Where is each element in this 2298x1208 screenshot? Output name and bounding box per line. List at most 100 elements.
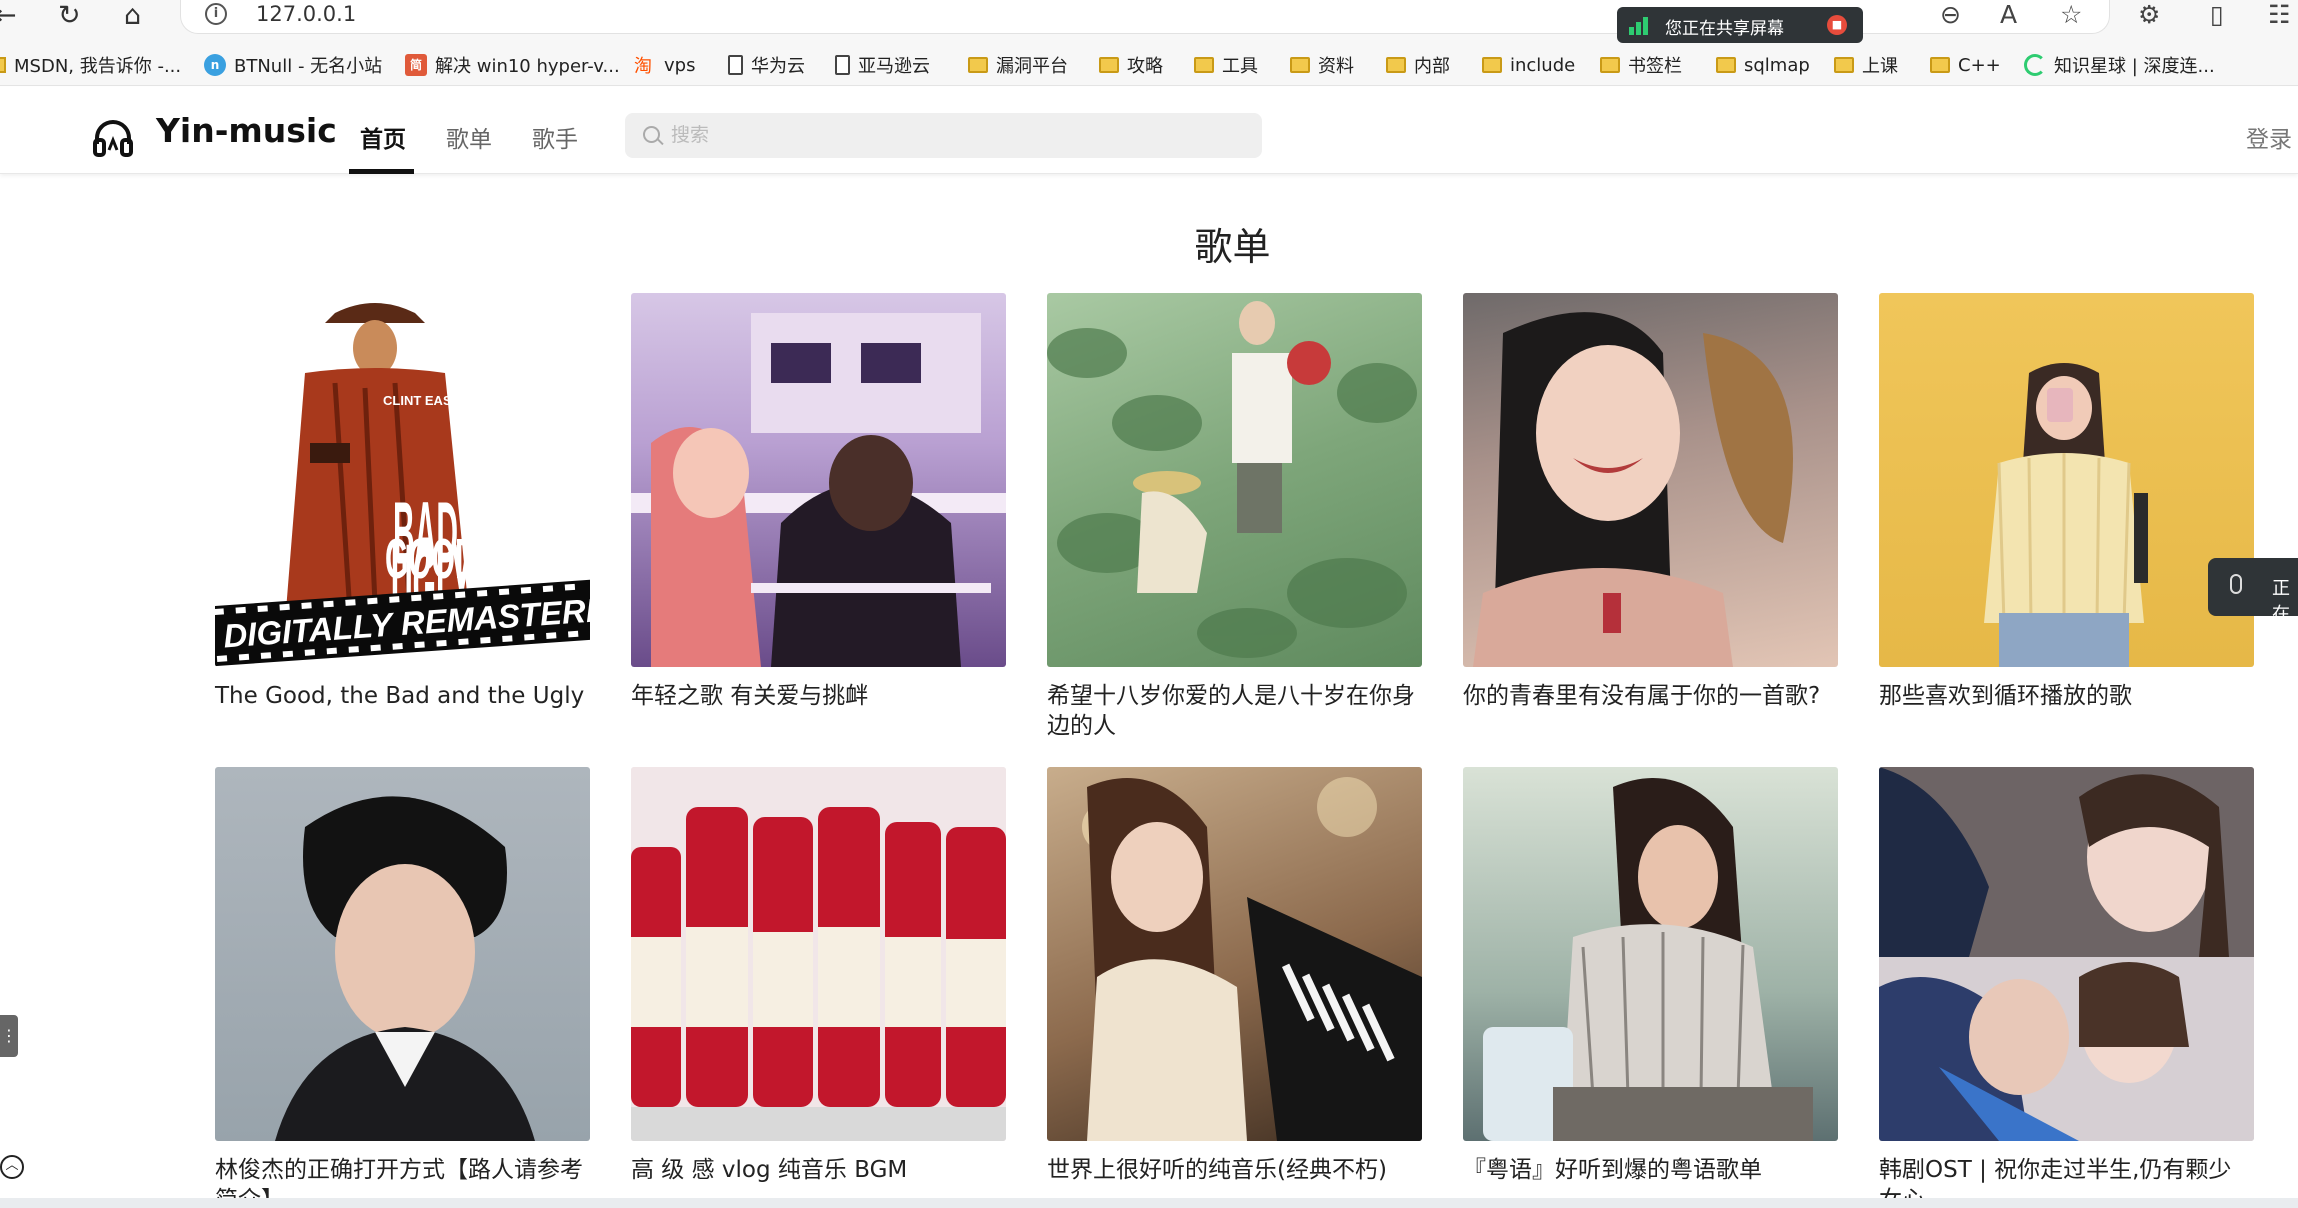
- playlist-card[interactable]: 世界上很好听的纯音乐(经典不朽): [1047, 767, 1422, 1185]
- playlist-title[interactable]: 希望十八岁你爱的人是八十岁在你身边的人: [1047, 681, 1422, 741]
- bookmark-huaweiyun[interactable]: 华为云: [728, 52, 805, 78]
- bookmark-btnull[interactable]: n BTNull - 无名小站: [204, 52, 382, 78]
- playlist-title[interactable]: 高 级 感 vlog 纯音乐 BGM: [631, 1155, 1006, 1185]
- folder-icon: [1930, 57, 1950, 73]
- playlist-cover[interactable]: [1879, 767, 2254, 1141]
- url-text[interactable]: 127.0.0.1: [256, 2, 356, 26]
- playlist-cover[interactable]: [1463, 767, 1838, 1141]
- search-input[interactable]: [671, 121, 1231, 149]
- playlist-cover[interactable]: [631, 293, 1006, 667]
- playlist-card[interactable]: 韩剧OST | 祝你走过半生,仍有颗少女心: [1879, 767, 2254, 1208]
- playlist-card[interactable]: 年轻之歌 有关爱与挑衅: [631, 293, 1006, 711]
- login-link[interactable]: 登录: [2246, 120, 2292, 154]
- signal-bars-icon: [1629, 17, 1651, 35]
- side-drawer-handle[interactable]: ⋮: [0, 1015, 18, 1057]
- cover-art-kdrama-collage: [1879, 767, 2254, 1141]
- back-arrow-icon[interactable]: ←: [0, 2, 17, 30]
- folder-icon: [1600, 57, 1620, 73]
- bookmark-label: vps: [664, 54, 696, 76]
- page-icon: [835, 55, 850, 75]
- bookmark-folder-tools[interactable]: 工具: [1194, 52, 1258, 78]
- stop-sharing-icon[interactable]: ■: [1827, 15, 1847, 35]
- extensions-icon[interactable]: ⚙: [2138, 0, 2160, 30]
- playlist-cover[interactable]: [1463, 293, 1838, 667]
- cover-credit-text: CLINT EASTWOOD: [383, 393, 501, 408]
- bookmark-folder-bookmarks[interactable]: 书签栏: [1600, 52, 1682, 78]
- nav-singers[interactable]: 歌手: [532, 120, 578, 154]
- bookmark-label: 攻略: [1127, 56, 1163, 77]
- playlist-cover[interactable]: [1879, 293, 2254, 667]
- headphones-logo-icon[interactable]: [92, 116, 134, 158]
- playlist-card[interactable]: 那些喜欢到循环播放的歌: [1879, 293, 2254, 711]
- bookmark-msdn[interactable]: MSDN, 我告诉你 -...: [0, 52, 181, 78]
- home-icon[interactable]: ⌂: [124, 2, 141, 30]
- folder-icon: [1482, 57, 1502, 73]
- playlist-card[interactable]: CLINT EASTWOOD GOOD BAD UGLY DIGITALLY R…: [215, 293, 590, 711]
- playlist-card[interactable]: 希望十八岁你爱的人是八十岁在你身边的人: [1047, 293, 1422, 741]
- nav-home[interactable]: 首页: [360, 120, 406, 154]
- voice-indicator[interactable]: 正在: [2208, 558, 2298, 625]
- playlist-cover[interactable]: [1047, 293, 1422, 667]
- cover-art-comic: [631, 313, 1006, 667]
- split-screen-icon[interactable]: ▯: [2210, 0, 2224, 30]
- playlist-card[interactable]: 你的青春里有没有属于你的一首歌?: [1463, 293, 1838, 711]
- bookmark-folder-vuln[interactable]: 漏洞平台: [968, 52, 1068, 78]
- bookmark-folder-materials[interactable]: 资料: [1290, 52, 1354, 78]
- playlist-title[interactable]: The Good, the Bad and the Ugly: [215, 681, 590, 711]
- search-box[interactable]: [625, 113, 1262, 158]
- search-icon: [643, 126, 660, 143]
- bookmark-amazon-cloud[interactable]: 亚马逊云: [835, 52, 930, 78]
- bookmark-folder-cpp[interactable]: C++: [1930, 52, 2001, 78]
- playlist-card[interactable]: 林俊杰的正确打开方式【路人请参考简介】: [215, 767, 590, 1208]
- folder-icon: [1099, 57, 1119, 73]
- horizontal-scrollbar[interactable]: [0, 1198, 2298, 1208]
- bookmark-zsxq[interactable]: 知识星球 | 深度连...: [2024, 52, 2215, 78]
- section-title: 歌单: [1194, 225, 1271, 269]
- bookmark-label: MSDN, 我告诉你 -...: [14, 56, 182, 77]
- bookmark-label: 解决 win10 hyper-v...: [435, 56, 620, 77]
- playlist-title[interactable]: 世界上很好听的纯音乐(经典不朽): [1047, 1155, 1422, 1185]
- site-logo-text[interactable]: Yin-music: [156, 111, 337, 150]
- zoom-out-icon[interactable]: ⊖: [1940, 0, 1961, 30]
- cover-art-girl-drink: [1984, 363, 2148, 667]
- playlist-card[interactable]: 『粤语』好听到爆的粤语歌单: [1463, 767, 1838, 1185]
- bookmark-folder-class[interactable]: 上课: [1834, 52, 1898, 78]
- folder-icon: [1290, 57, 1310, 73]
- nav-playlists[interactable]: 歌单: [446, 120, 492, 154]
- bookmark-vps[interactable]: 淘 vps: [634, 52, 695, 78]
- playlist-title[interactable]: 你的青春里有没有属于你的一首歌?: [1463, 681, 1838, 711]
- playlist-cover[interactable]: [631, 767, 1006, 1141]
- playlist-title[interactable]: 那些喜欢到循环播放的歌: [1879, 681, 2254, 711]
- playlist-cover[interactable]: CLINT EASTWOOD GOOD BAD UGLY DIGITALLY R…: [215, 293, 590, 667]
- collections-icon[interactable]: ☷: [2268, 0, 2290, 30]
- favorite-star-icon[interactable]: ☆: [2060, 0, 2082, 30]
- folder-icon: [1834, 57, 1854, 73]
- bookmark-folder-include[interactable]: include: [1482, 52, 1575, 78]
- scroll-up-icon[interactable]: ︿: [0, 1155, 24, 1179]
- bookmark-folder-guides[interactable]: 攻略: [1099, 52, 1163, 78]
- playlist-title[interactable]: 『粤语』好听到爆的粤语歌单: [1463, 1155, 1838, 1185]
- bookmark-label: 书签栏: [1628, 56, 1682, 77]
- bookmark-folder-sqlmap[interactable]: sqlmap: [1716, 52, 1810, 78]
- read-aloud-icon[interactable]: A: [2000, 0, 2017, 30]
- page-icon: [728, 55, 743, 75]
- bookmark-label: include: [1510, 54, 1576, 76]
- bookmark-label: 亚马逊云: [858, 56, 930, 77]
- playlist-title[interactable]: 年轻之歌 有关爱与挑衅: [631, 681, 1006, 711]
- reload-icon[interactable]: ↻: [58, 2, 81, 30]
- bookmark-label: 资料: [1318, 56, 1354, 77]
- btnull-icon: n: [204, 54, 226, 76]
- jian-icon: 简: [405, 54, 427, 76]
- folder-icon: [968, 57, 988, 73]
- playlist-cover[interactable]: [215, 767, 590, 1141]
- bookmark-label: 内部: [1414, 56, 1450, 77]
- screen-sharing-indicator[interactable]: 您正在共享屏幕 ■: [1617, 7, 1863, 43]
- playlist-cover[interactable]: [1047, 767, 1422, 1141]
- cover-art-soda-bottles: [631, 767, 1006, 1141]
- voice-status-text: 正在: [2272, 578, 2290, 625]
- bookmark-win10[interactable]: 简 解决 win10 hyper-v...: [405, 52, 620, 78]
- site-info-icon[interactable]: i: [205, 3, 227, 25]
- cover-art-garden: [1047, 301, 1417, 658]
- bookmark-folder-internal[interactable]: 内部: [1386, 52, 1450, 78]
- playlist-card[interactable]: 高 级 感 vlog 纯音乐 BGM: [631, 767, 1006, 1185]
